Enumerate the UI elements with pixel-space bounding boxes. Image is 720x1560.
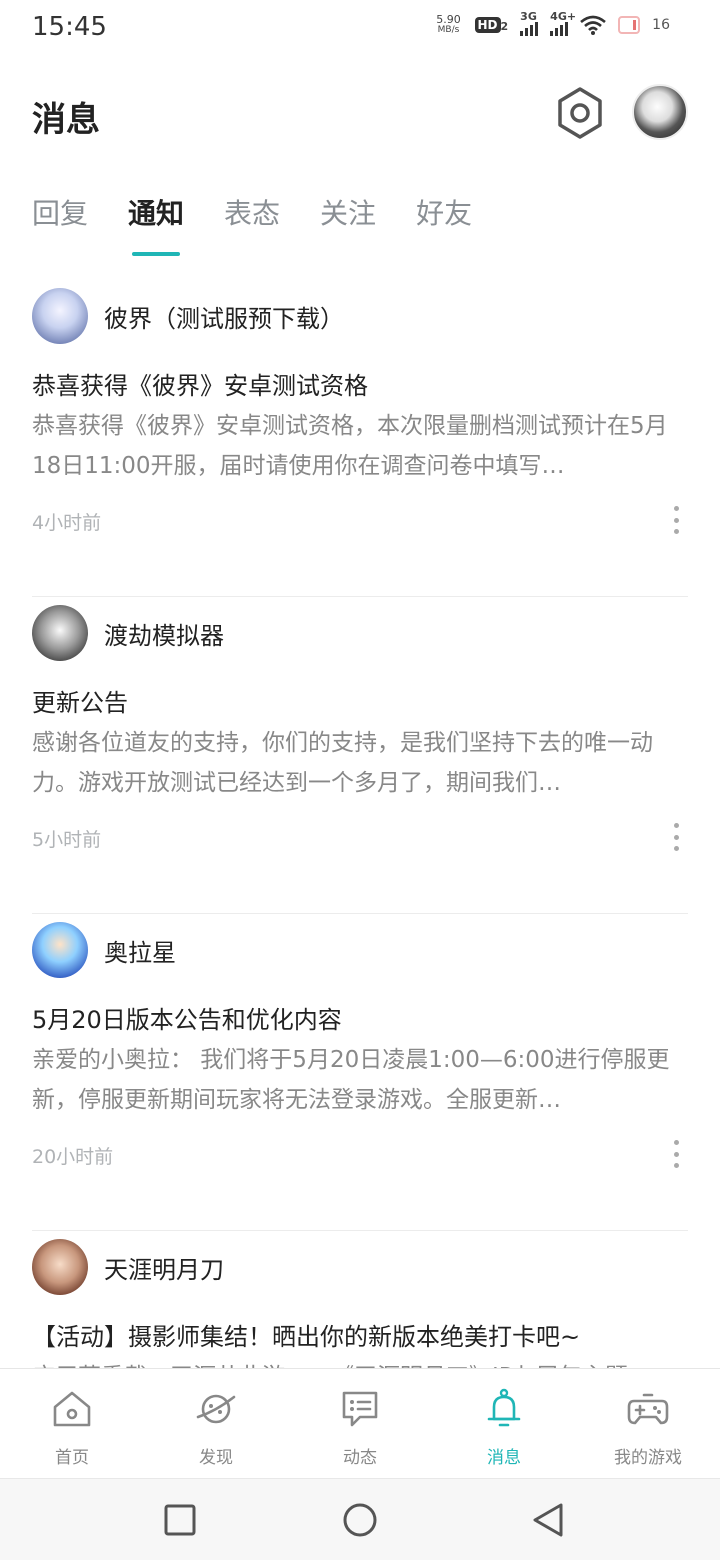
home-icon	[53, 1391, 91, 1427]
notification-body: 应用荣重载，天涯共此游——《天涯明月刀》IP七周年主题	[32, 1357, 672, 1368]
bell-icon	[487, 1388, 521, 1427]
notification-body: 感谢各位道友的支持，你们的支持，是我们坚持下去的唯一动力。游戏开放测试已经达到一…	[32, 730, 653, 796]
nav-discover-label: 发现	[199, 1448, 233, 1468]
home-circle-icon[interactable]	[341, 1501, 379, 1539]
status-icons: 5.90 MB/s HD 2 3G 4G+ 16	[435, 10, 670, 36]
nav-feed[interactable]: 动态	[288, 1369, 432, 1479]
system-nav-bar	[0, 1478, 720, 1560]
tab-notification[interactable]: 通知	[128, 192, 184, 256]
notification-body: 恭喜获得《彼界》安卓测试资格，本次限量删档测试预计在5月18日11:00开服，届…	[32, 413, 668, 479]
nav-discover[interactable]: 发现	[144, 1369, 288, 1479]
notification-title: 5月20日版本公告和优化内容	[32, 1006, 342, 1034]
recent-apps-icon[interactable]	[161, 1501, 199, 1539]
nav-messages-label: 消息	[487, 1448, 521, 1468]
notification-time: 4小时前	[32, 512, 102, 534]
message-tabs: 回复 通知 表态 关注 好友	[32, 192, 512, 262]
notification-title: 更新公告	[32, 689, 128, 717]
battery-icon	[618, 16, 641, 34]
tab-follow[interactable]: 关注	[320, 192, 376, 256]
notification-item[interactable]: 奥拉星 5月20日版本公告和优化内容 亲爱的小奥拉： 我们将于5月20日凌晨1:…	[32, 914, 688, 1231]
more-options-icon[interactable]	[670, 1140, 682, 1168]
notification-body: 亲爱的小奥拉： 我们将于5月20日凌晨1:00—6:00进行停服更新，停服更新期…	[32, 1047, 670, 1113]
bottom-nav: 首页 发现 动态 消息 我的游戏	[0, 1368, 720, 1478]
source-avatar[interactable]	[32, 288, 88, 344]
notification-header: 奥拉星	[32, 922, 176, 978]
source-avatar[interactable]	[32, 922, 88, 978]
notification-item[interactable]: 彼界（测试服预下载） 恭喜获得《彼界》安卓测试资格 恭喜获得《彼界》安卓测试资格…	[32, 280, 688, 597]
page-header: 消息	[0, 70, 720, 160]
notification-title: 【活动】摄影师集结！晒出你的新版本绝美打卡吧~	[32, 1323, 581, 1351]
nav-feed-label: 动态	[343, 1448, 377, 1468]
nav-messages[interactable]: 消息	[432, 1369, 576, 1479]
source-avatar[interactable]	[32, 605, 88, 661]
notification-time: 20小时前	[32, 1146, 114, 1168]
source-avatar[interactable]	[32, 1239, 88, 1295]
notification-time: 5小时前	[32, 829, 102, 851]
planet-icon	[196, 1394, 236, 1424]
back-triangle-icon[interactable]	[529, 1501, 567, 1539]
battery-level: 16	[652, 17, 670, 33]
settings-hexagon-icon[interactable]	[556, 86, 604, 140]
page-title: 消息	[32, 100, 100, 140]
chat-bubble-icon	[342, 1391, 378, 1427]
notification-header: 渡劫模拟器	[32, 605, 224, 661]
network-speed: 5.90 MB/s	[436, 13, 461, 35]
notification-source[interactable]: 奥拉星	[104, 933, 176, 968]
notification-item[interactable]: 渡劫模拟器 更新公告 感谢各位道友的支持，你们的支持，是我们坚持下去的唯一动力。…	[32, 597, 688, 914]
hd-icon: HD 2	[474, 17, 508, 33]
nav-my-games[interactable]: 我的游戏	[576, 1369, 720, 1479]
gamepad-icon	[627, 1393, 669, 1425]
status-bar: 15:45 5.90 MB/s HD 2 3G 4G+ 16	[0, 0, 720, 56]
nav-home[interactable]: 首页	[0, 1369, 144, 1479]
more-options-icon[interactable]	[670, 823, 682, 851]
tab-friends[interactable]: 好友	[416, 192, 472, 256]
notification-list: 彼界（测试服预下载） 恭喜获得《彼界》安卓测试资格 恭喜获得《彼界》安卓测试资格…	[32, 280, 688, 1368]
wifi-icon	[580, 15, 607, 35]
status-time: 15:45	[32, 12, 107, 42]
tab-reaction[interactable]: 表态	[224, 192, 280, 256]
notification-header: 彼界（测试服预下载）	[32, 288, 344, 344]
notification-item[interactable]: 天涯明月刀 【活动】摄影师集结！晒出你的新版本绝美打卡吧~ 应用荣重载，天涯共此…	[32, 1231, 688, 1368]
notification-source[interactable]: 渡劫模拟器	[104, 616, 224, 651]
nav-my-games-label: 我的游戏	[614, 1448, 682, 1468]
notification-source[interactable]: 天涯明月刀	[104, 1250, 224, 1285]
nav-home-label: 首页	[55, 1448, 89, 1468]
notification-header: 天涯明月刀	[32, 1239, 224, 1295]
signal-3g-icon: 3G	[520, 10, 539, 36]
more-options-icon[interactable]	[670, 506, 682, 534]
tab-reply[interactable]: 回复	[32, 192, 88, 256]
notification-title: 恭喜获得《彼界》安卓测试资格	[32, 372, 368, 400]
notification-source[interactable]: 彼界（测试服预下载）	[104, 299, 344, 334]
signal-4g-icon: 4G+	[550, 10, 576, 36]
user-avatar[interactable]	[632, 84, 688, 140]
